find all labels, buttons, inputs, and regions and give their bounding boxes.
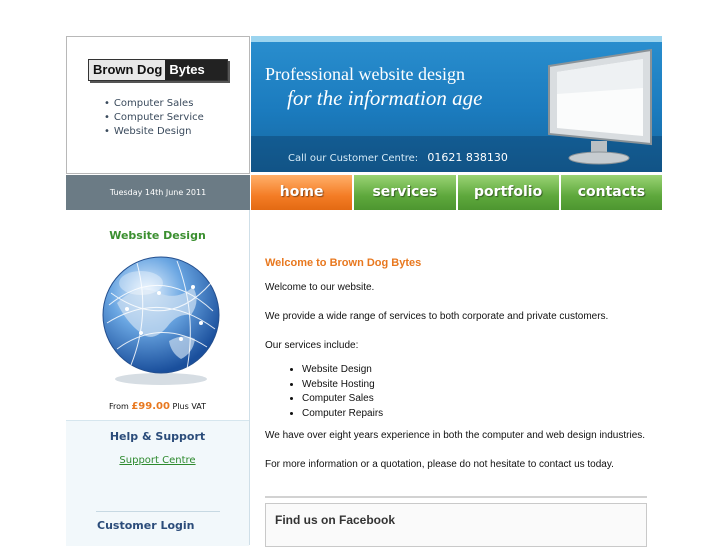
main-content: Welcome to Brown Dog Bytes Welcome to ou…: [265, 257, 650, 488]
main-nav: home services portfolio contacts: [251, 175, 662, 210]
nav-tab-portfolio[interactable]: portfolio: [457, 175, 559, 210]
page: Brown Dog Bytes Computer Sales Computer …: [66, 36, 662, 547]
intro-text: Welcome to our website.: [265, 282, 375, 293]
services-label: Our services include:: [265, 340, 359, 351]
facebook-panel: Find us on Facebook: [265, 496, 647, 547]
nav-tab-contacts[interactable]: contacts: [560, 175, 662, 210]
tagline-list: Computer Sales Computer Service Website …: [104, 97, 204, 139]
list-item: Website Design: [302, 363, 650, 378]
services-paragraph: We provide a wide range of services to b…: [265, 311, 609, 322]
logo-area: Brown Dog Bytes Computer Sales Computer …: [66, 36, 250, 174]
tagline-item: Computer Service: [104, 111, 204, 125]
divider: [96, 511, 220, 512]
monitor-icon: [548, 48, 652, 165]
nav-tab-services[interactable]: services: [354, 175, 456, 210]
tagline-item: Website Design: [104, 125, 204, 139]
globe-icon[interactable]: [97, 253, 225, 387]
help-support-panel: Help & Support Support Centre Customer L…: [66, 420, 249, 546]
experience-paragraph: We have over eight years experience in b…: [265, 430, 646, 441]
support-centre-link[interactable]: Support Centre: [66, 455, 249, 466]
divider: [265, 496, 647, 498]
facebook-title: Find us on Facebook: [275, 513, 396, 527]
call-label: Call our Customer Centre:: [288, 153, 419, 164]
list-item: Computer Sales: [302, 392, 650, 407]
facebook-box[interactable]: Find us on Facebook: [265, 503, 647, 547]
promo-title[interactable]: Website Design: [66, 229, 249, 242]
price-line: From £99.00 Plus VAT: [66, 401, 249, 412]
banner-stripe: [251, 36, 662, 42]
help-support-title: Help & Support: [109, 430, 206, 443]
date-bar: Tuesday 14th June 2011: [66, 175, 250, 210]
list-item: Website Hosting: [302, 378, 650, 393]
logo-text-brown-dog: Brown Dog: [93, 62, 163, 77]
logo[interactable]: Brown Dog Bytes: [88, 59, 228, 81]
price-prefix: From: [108, 402, 129, 411]
phone-number: 01621 838130: [427, 151, 508, 164]
contact-paragraph: For more information or a quotation, ple…: [265, 459, 614, 470]
customer-login-title: Customer Login: [97, 519, 195, 532]
customer-centre-line: Call our Customer Centre: 01621 838130: [288, 151, 508, 164]
sidebar: Website Design From £99.00 Plus VAT Help…: [66, 210, 250, 546]
logo-text-bytes: Bytes: [165, 60, 227, 80]
list-item: Computer Repairs: [302, 407, 650, 422]
header-banner: Professional website design for the info…: [251, 36, 662, 172]
page-title: Welcome to Brown Dog Bytes: [265, 257, 422, 269]
banner-headline: Professional website design: [265, 64, 465, 84]
services-list: Website Design Website Hosting Computer …: [265, 363, 650, 421]
banner-subheadline: for the information age: [287, 86, 483, 110]
tagline-item: Computer Sales: [104, 97, 204, 111]
price-amount: £99.00: [131, 401, 170, 412]
price-suffix: Plus VAT: [172, 402, 207, 411]
nav-tab-home[interactable]: home: [251, 175, 353, 210]
